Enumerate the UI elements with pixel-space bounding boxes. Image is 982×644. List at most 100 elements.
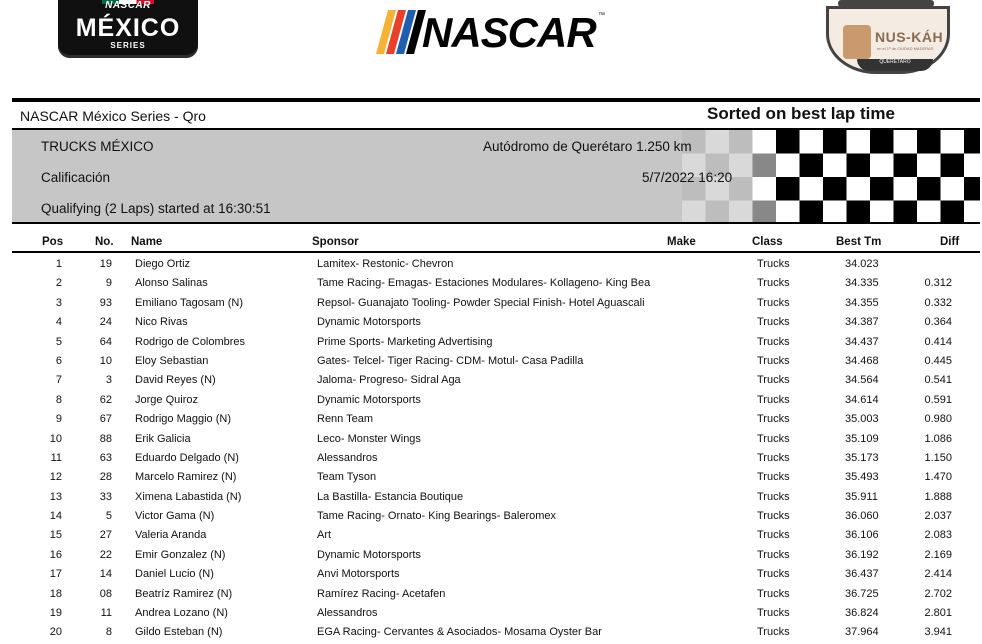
- col-pos: Pos: [42, 236, 64, 248]
- cell-driver-name: Andrea Lozano (N): [135, 607, 228, 620]
- cell-sponsor: Dynamic Motorsports: [317, 316, 421, 329]
- cell-number: 11: [100, 607, 112, 620]
- cell-best-time: 36.106: [845, 529, 879, 542]
- trademark: ™: [598, 12, 605, 19]
- session-name: Calificación: [41, 170, 111, 185]
- checker-square: [940, 130, 964, 154]
- checker-square: [752, 200, 776, 222]
- cell-number: 5: [105, 510, 112, 523]
- checker-square: [893, 153, 917, 177]
- sponsor-ribbon: QUERÉTARO: [857, 59, 933, 71]
- checker-square: [917, 130, 941, 154]
- cell-driver-name: Beatríz Ramirez (N): [135, 587, 233, 600]
- series-title: NASCAR México Series - Qro: [20, 108, 206, 124]
- cell-class: Trucks: [757, 529, 790, 542]
- track-name: Autódromo de Querétaro 1.250 km: [483, 139, 692, 154]
- session-start: Qualifying (2 Laps) started at 16:30:51: [41, 201, 271, 216]
- cell-diff: 2.083: [924, 529, 952, 542]
- cell-number: 93: [99, 296, 112, 309]
- cell-number: 88: [99, 432, 112, 445]
- col-class: Class: [752, 236, 783, 248]
- cell-class: Trucks: [757, 607, 790, 620]
- table-header: Pos No. Name Sponsor Make Class Best Tm …: [0, 236, 982, 250]
- checker-square: [893, 177, 917, 201]
- checker-square: [917, 153, 941, 177]
- cell-class: Trucks: [757, 568, 790, 581]
- table-row: 14 5 Victor Gama (N) Tame Racing- Ornato- K…: [0, 508, 982, 527]
- nascar-wordmark: NASCAR: [422, 9, 597, 56]
- table-row: 8 62 Jorge Quiroz Dynamic Motorsports Trucks…: [0, 392, 982, 411]
- checker-square: [776, 153, 800, 177]
- cell-sponsor: Gates- Telcel- Tiger Racing- CDM- Motul-…: [317, 354, 584, 367]
- checker-square: [776, 177, 800, 201]
- cell-driver-name: Daniel Lucio (N): [135, 568, 214, 581]
- table-row: 10 88 Erik Galicia Leco- Monster Wings Truck…: [0, 431, 982, 450]
- cell-driver-name: Rodrigo de Colombres: [135, 335, 246, 348]
- checker-square: [776, 130, 800, 154]
- cell-number: 63: [99, 451, 112, 464]
- cell-class: Trucks: [757, 471, 790, 484]
- cell-pos: 13: [49, 490, 62, 503]
- checker-square: [823, 130, 847, 154]
- cell-best-time: 35.109: [845, 432, 879, 445]
- cell-number: 64: [99, 335, 112, 348]
- cell-pos: 12: [49, 471, 62, 484]
- sponsor-tagline: en el 1º de CIUDAD MADERAS: [877, 46, 934, 51]
- cell-class: Trucks: [757, 510, 790, 523]
- cell-diff: 0.332: [924, 296, 952, 309]
- cell-driver-name: Jorge Quiroz: [135, 393, 198, 406]
- cell-number: 33: [99, 490, 112, 503]
- cell-class: Trucks: [757, 296, 790, 309]
- cell-pos: 14: [49, 510, 62, 523]
- badge-shape: NUS-KÁH en el 1º de CIUDAD MADERAS QUERÉ…: [826, 6, 950, 74]
- badge-top-band: [838, 0, 934, 7]
- cell-class: Trucks: [757, 374, 790, 387]
- cell-diff: 0.414: [924, 335, 952, 348]
- top-divider: [12, 98, 980, 102]
- cell-best-time: 34.468: [845, 354, 879, 367]
- checker-square: [846, 130, 870, 154]
- table-row: 7 3 David Reyes (N) Jaloma- Progreso- Sidra…: [0, 372, 982, 391]
- results-table: 1 19 Diego Ortiz Lamitex- Restonic- Chevron…: [0, 256, 982, 644]
- nascar-mexico-series-logo: NASCAR MÉXICO SERIES: [58, 0, 198, 58]
- cell-driver-name: Rodrigo Maggio (N): [135, 413, 231, 426]
- cell-best-time: 36.437: [845, 568, 879, 581]
- cell-driver-name: Eduardo Delgado (N): [135, 451, 239, 464]
- cell-sponsor: Tame Racing- Ornato- King Bearings- Bale…: [317, 510, 557, 523]
- cell-class: Trucks: [757, 335, 790, 348]
- table-row: 20 8 Gildo Esteban (N) EGA Racing- Cervante…: [0, 624, 982, 643]
- checker-square: [964, 200, 980, 222]
- cell-pos: 11: [50, 451, 62, 464]
- table-row: 4 24 Nico Rivas Dynamic Motorsports Trucks 34…: [0, 314, 982, 333]
- col-make: Make: [667, 236, 696, 248]
- checker-square: [752, 153, 776, 177]
- cell-best-time: 35.911: [845, 490, 878, 503]
- table-row: 6 10 Eloy Sebastian Gates- Telcel- Tiger Ra…: [0, 353, 982, 372]
- checker-square: [940, 200, 964, 222]
- checker-square: [964, 153, 980, 177]
- cell-class: Trucks: [757, 277, 790, 290]
- cell-class: Trucks: [757, 451, 790, 464]
- cell-pos: 19: [49, 607, 62, 620]
- cell-diff: 2.169: [924, 548, 952, 561]
- cell-best-time: 34.564: [845, 374, 879, 387]
- cell-sponsor: Leco- Monster Wings: [317, 432, 421, 445]
- cell-best-time: 34.387: [845, 316, 879, 329]
- checker-square: [729, 153, 753, 177]
- cell-driver-name: Ximena Labastida (N): [135, 490, 242, 503]
- cell-best-time: 35.173: [845, 451, 879, 464]
- cell-class: Trucks: [757, 432, 790, 445]
- cell-pos: 8: [55, 393, 62, 406]
- cell-sponsor: Alessandros: [317, 607, 378, 620]
- cell-number: 28: [99, 471, 112, 484]
- cell-sponsor: Repsol- Guanajato Tooling- Powder Specia…: [317, 296, 645, 309]
- cell-class: Trucks: [757, 548, 790, 561]
- cell-sponsor: Jaloma- Progreso- Sidral Aga: [317, 374, 461, 387]
- cell-number: 22: [99, 548, 112, 561]
- table-row: 12 28 Marcelo Ramirez (N) Team Tyson Trucks 3…: [0, 469, 982, 488]
- checker-square: [752, 130, 776, 154]
- cell-class: Trucks: [757, 258, 790, 270]
- cell-pos: 7: [55, 374, 62, 387]
- col-no: No.: [95, 236, 114, 248]
- checker-square: [893, 130, 917, 154]
